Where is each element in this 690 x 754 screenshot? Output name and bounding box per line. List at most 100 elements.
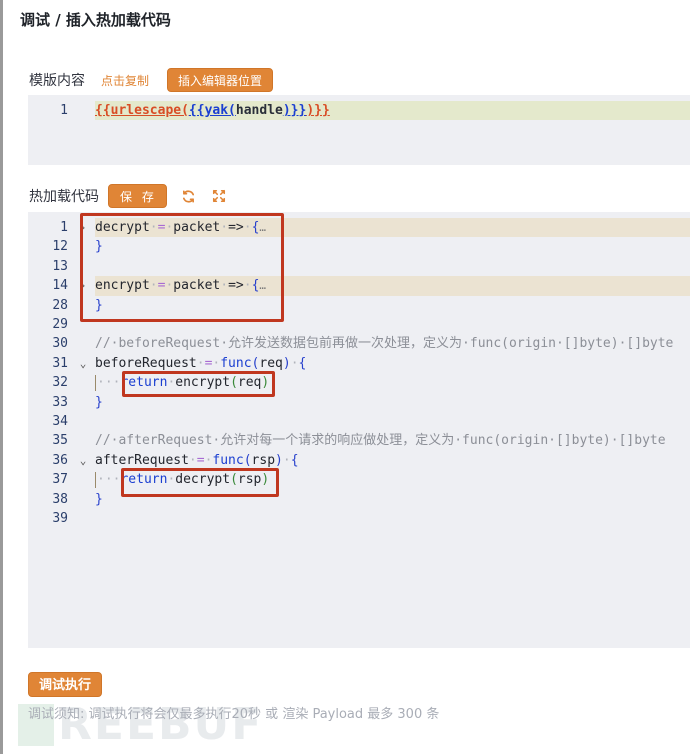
code-content: {{urlescape({{yak(handle)}})}} — [95, 101, 690, 121]
code-token: => — [228, 220, 244, 235]
code-content: ···return·decrypt(rsp) — [95, 470, 690, 489]
code-token: return — [120, 375, 168, 391]
code-token: afterRequest — [95, 452, 189, 468]
code-token: { — [290, 452, 299, 468]
insert-to-editor-button[interactable]: 插入编辑器位置 — [167, 68, 274, 92]
code-token: func — [212, 452, 244, 468]
code-token: packet — [173, 278, 221, 294]
template-editor[interactable]: 1 {{urlescape({{yak(handle)}})}} — [28, 95, 690, 165]
code-content: decrypt·=·packet·=>·{… — [95, 218, 690, 238]
fold-expand-icon[interactable]: › — [77, 276, 89, 295]
code-token: · — [188, 452, 197, 468]
code-token: ( — [243, 452, 252, 468]
hotload-code-editor[interactable]: 1 › decrypt·=·packet·=>·{… 12} 13 14 › encrypt·… — [28, 212, 690, 648]
line-number: 28 — [52, 297, 68, 313]
code-token: } — [95, 297, 103, 313]
code-line[interactable]: 12} — [28, 237, 690, 256]
code-token: ( — [230, 472, 238, 488]
code-line[interactable]: 33} — [28, 393, 690, 412]
code-content: beforeRequest·=·func(req)·{ — [95, 354, 690, 373]
code-token: )}} — [282, 103, 307, 118]
line-number: 30 — [52, 336, 68, 352]
code-token: … — [259, 279, 267, 293]
code-line[interactable]: 34 — [28, 412, 690, 431]
code-token: · — [220, 220, 229, 235]
refresh-icon[interactable] — [181, 188, 197, 204]
line-number: 31 — [52, 355, 68, 371]
debug-execute-button[interactable]: 调试执行 — [28, 672, 103, 697]
code-line[interactable]: 38} — [28, 490, 690, 509]
code-token: · — [290, 355, 299, 371]
code-content: //·afterRequest·允许对每一个请求的响应做处理，定义为·func(… — [95, 431, 690, 450]
code-token: ) — [282, 355, 291, 371]
code-token: encrypt — [175, 375, 231, 391]
save-button[interactable]: 保 存 — [108, 184, 167, 208]
line-number: 36 — [52, 452, 68, 468]
code-line[interactable]: 28} — [28, 296, 690, 315]
code-token: … — [259, 221, 267, 234]
line-number: 34 — [52, 414, 68, 429]
line-number: 39 — [52, 511, 68, 526]
code-token: func — [220, 355, 252, 371]
code-token: rsp — [237, 472, 262, 488]
code-line[interactable]: 13 — [28, 257, 690, 276]
code-token: //·beforeRequest·允许发送数据包前再做一次处理，定义为·func… — [95, 336, 674, 352]
template-section-header: 模版内容 点击复制 插入编辑器位置 — [29, 68, 274, 92]
indent-guide — [95, 471, 96, 488]
hotload-section-header: 热加载代码 保 存 — [29, 184, 227, 208]
debug-notice: 调试须知: 调试执行将会仅最多执行20秒 或 渲染 Payload 最多 300… — [28, 707, 440, 722]
line-number: 33 — [52, 394, 68, 410]
code-content: ···return·encrypt(req) — [95, 373, 690, 392]
line-number: 1 — [60, 103, 68, 118]
code-line[interactable]: 31 ⌄ beforeRequest·=·func(req)·{ — [28, 354, 690, 373]
copy-link[interactable]: 点击复制 — [101, 72, 149, 89]
code-content: afterRequest·=·func(rsp)·{ — [95, 451, 690, 470]
code-token: = — [196, 452, 205, 468]
code-token: { — [298, 355, 307, 371]
code-token: } — [95, 491, 103, 507]
fold-collapse-icon[interactable]: ⌄ — [77, 451, 89, 470]
code-token: => — [228, 278, 244, 294]
line-number: 14 — [52, 278, 68, 294]
code-token: )}} — [306, 103, 330, 118]
code-content: } — [95, 237, 690, 256]
template-label: 模版内容 — [29, 73, 85, 89]
code-token: } — [95, 394, 103, 410]
fold-expand-icon[interactable]: › — [77, 218, 89, 237]
code-line[interactable]: 35 //·afterRequest·允许对每一个请求的响应做处理，定义为·fun… — [28, 431, 690, 450]
code-line[interactable]: 1 › decrypt·=·packet·=>·{… — [28, 218, 690, 238]
code-token: //·afterRequest·允许对每一个请求的响应做处理，定义为·func(… — [95, 433, 666, 449]
code-line[interactable]: 14 › encrypt·=·packet·=>·{… — [28, 276, 690, 296]
fullscreen-icon[interactable] — [211, 188, 227, 204]
code-token: · — [282, 452, 291, 468]
code-token: · — [149, 278, 158, 294]
code-line[interactable]: 32 ···return·encrypt(req) — [28, 373, 690, 392]
code-token: ) — [261, 472, 270, 488]
code-token: · — [220, 278, 229, 294]
code-token: ( — [230, 375, 238, 391]
code-token: ) — [275, 452, 283, 468]
code-token: · — [243, 220, 252, 235]
code-token: req — [237, 375, 262, 391]
modal-title: 调试 / 插入热加载代码 — [20, 11, 171, 29]
code-token: ··· — [97, 472, 121, 488]
code-token: beforeRequest — [95, 355, 197, 371]
code-token: decrypt — [95, 220, 150, 235]
code-line[interactable]: 36 ⌄ afterRequest·=·func(rsp)·{ — [28, 451, 690, 470]
code-token: {{yak( — [188, 103, 236, 118]
fold-collapse-icon[interactable]: ⌄ — [77, 354, 89, 373]
code-line[interactable]: 39 — [28, 509, 690, 528]
code-token: · — [243, 278, 252, 294]
window-edge — [0, 0, 3, 754]
code-line[interactable]: 29 — [28, 315, 690, 334]
code-line[interactable]: 37 ···return·decrypt(rsp) — [28, 470, 690, 489]
code-token: handle — [235, 103, 283, 118]
code-line[interactable]: 30 //·beforeRequest·允许发送数据包前再做一次处理，定义为·fu… — [28, 334, 690, 353]
code-token: req — [259, 355, 283, 371]
code-token: ··· — [97, 375, 121, 391]
code-token: decrypt — [175, 472, 231, 488]
code-token: encrypt — [95, 278, 150, 294]
line-number: 12 — [52, 239, 68, 255]
code-token: } — [95, 239, 103, 255]
code-line[interactable]: 1 {{urlescape({{yak(handle)}})}} — [28, 101, 690, 121]
